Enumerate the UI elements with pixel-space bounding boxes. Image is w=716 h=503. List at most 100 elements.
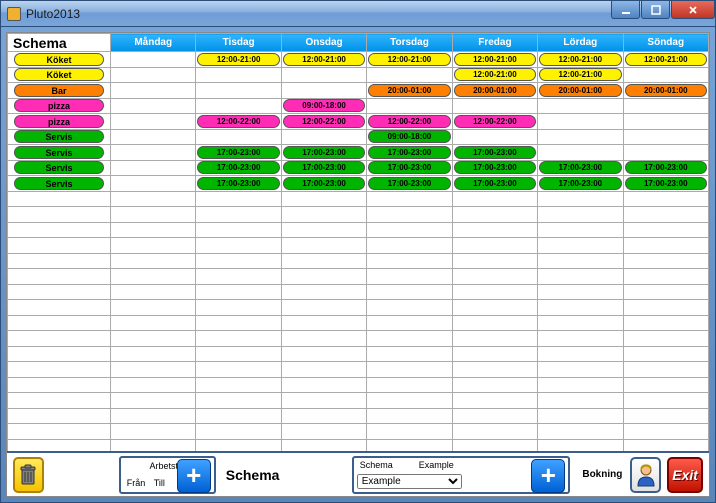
schedule-cell[interactable]: 17:00-23:00 bbox=[196, 145, 281, 161]
schedule-cell-empty[interactable] bbox=[538, 346, 623, 362]
shift-pill[interactable]: 17:00-23:00 bbox=[539, 161, 621, 174]
shift-pill[interactable]: 17:00-23:00 bbox=[368, 177, 450, 190]
schedule-cell-empty[interactable] bbox=[196, 191, 281, 207]
shift-pill[interactable]: 12:00-22:00 bbox=[283, 115, 365, 128]
schedule-cell-empty[interactable] bbox=[452, 191, 537, 207]
row-label-pill[interactable]: Bar bbox=[14, 84, 104, 97]
schedule-cell-empty[interactable] bbox=[452, 98, 537, 114]
schedule-cell-empty[interactable] bbox=[281, 393, 366, 409]
shift-pill[interactable]: 12:00-21:00 bbox=[197, 53, 279, 66]
shift-pill[interactable]: 17:00-23:00 bbox=[454, 177, 536, 190]
schedule-cell-empty[interactable] bbox=[281, 129, 366, 145]
schedule-cell-empty[interactable] bbox=[538, 129, 623, 145]
schedule-cell-empty[interactable] bbox=[367, 222, 452, 238]
schedule-cell[interactable]: 17:00-23:00 bbox=[281, 145, 366, 161]
schedule-cell[interactable]: 12:00-22:00 bbox=[281, 114, 366, 130]
schedule-cell-empty[interactable] bbox=[538, 300, 623, 316]
shift-pill[interactable]: 20:00-01:00 bbox=[368, 84, 450, 97]
shift-pill[interactable]: 17:00-23:00 bbox=[283, 146, 365, 159]
schedule-cell-empty[interactable] bbox=[623, 67, 708, 83]
schedule-cell[interactable]: 17:00-23:00 bbox=[538, 176, 623, 192]
schedule-cell-empty[interactable] bbox=[281, 67, 366, 83]
shift-pill[interactable]: 17:00-23:00 bbox=[283, 177, 365, 190]
schedule-cell[interactable]: 17:00-23:00 bbox=[196, 176, 281, 192]
schedule-cell-empty[interactable] bbox=[367, 439, 452, 451]
schedule-cell[interactable]: 17:00-23:00 bbox=[196, 160, 281, 176]
shift-pill[interactable]: 17:00-23:00 bbox=[283, 161, 365, 174]
shift-pill[interactable]: 17:00-23:00 bbox=[197, 177, 279, 190]
schedule-cell-empty[interactable] bbox=[367, 207, 452, 223]
schedule-cell-empty[interactable] bbox=[111, 284, 196, 300]
schedule-cell-empty[interactable] bbox=[196, 67, 281, 83]
schedule-cell-empty[interactable] bbox=[623, 346, 708, 362]
schedule-cell-empty[interactable] bbox=[538, 439, 623, 451]
schedule-cell-empty[interactable] bbox=[111, 393, 196, 409]
row-label-pill[interactable]: Servis bbox=[14, 177, 104, 190]
schedule-cell[interactable]: 17:00-23:00 bbox=[367, 176, 452, 192]
shift-pill[interactable]: 12:00-21:00 bbox=[539, 68, 621, 81]
schedule-cell[interactable]: 17:00-23:00 bbox=[623, 176, 708, 192]
schedule-cell-empty[interactable] bbox=[281, 315, 366, 331]
schedule-cell-empty[interactable] bbox=[196, 284, 281, 300]
schedule-cell-empty[interactable] bbox=[281, 269, 366, 285]
schedule-cell-empty[interactable] bbox=[538, 114, 623, 130]
schedule-cell-empty[interactable] bbox=[623, 393, 708, 409]
schedule-cell-empty[interactable] bbox=[367, 346, 452, 362]
schedule-cell-empty[interactable] bbox=[111, 253, 196, 269]
row-label-pill[interactable]: Servis bbox=[14, 146, 104, 159]
schedule-cell-empty[interactable] bbox=[196, 315, 281, 331]
schedule-cell[interactable]: 12:00-21:00 bbox=[452, 67, 537, 83]
schedule-cell-empty[interactable] bbox=[452, 377, 537, 393]
shift-pill[interactable]: 12:00-22:00 bbox=[454, 115, 536, 128]
row-label-pill[interactable]: Köket bbox=[14, 68, 104, 81]
schedule-cell-empty[interactable] bbox=[196, 393, 281, 409]
schedule-cell-empty[interactable] bbox=[196, 83, 281, 99]
schedule-cell-empty[interactable] bbox=[623, 98, 708, 114]
schedule-cell-empty[interactable] bbox=[452, 222, 537, 238]
schedule-cell-empty[interactable] bbox=[538, 284, 623, 300]
schedule-cell-empty[interactable] bbox=[367, 331, 452, 347]
schedule-cell-empty[interactable] bbox=[281, 300, 366, 316]
schedule-cell-empty[interactable] bbox=[538, 253, 623, 269]
schedule-cell-empty[interactable] bbox=[281, 207, 366, 223]
schedule-cell-empty[interactable] bbox=[111, 191, 196, 207]
schedule-cell-empty[interactable] bbox=[281, 191, 366, 207]
schedule-cell-empty[interactable] bbox=[623, 439, 708, 451]
trash-button[interactable] bbox=[13, 457, 44, 493]
schedule-cell-empty[interactable] bbox=[538, 191, 623, 207]
schedule-cell-empty[interactable] bbox=[367, 315, 452, 331]
schedule-cell-empty[interactable] bbox=[281, 362, 366, 378]
schedule-cell-empty[interactable] bbox=[452, 284, 537, 300]
schedule-cell-empty[interactable] bbox=[623, 269, 708, 285]
schedule-cell-empty[interactable] bbox=[281, 377, 366, 393]
schedule-cell-empty[interactable] bbox=[196, 222, 281, 238]
schedule-cell-empty[interactable] bbox=[623, 145, 708, 161]
schedule-cell-empty[interactable] bbox=[111, 424, 196, 440]
schedule-cell-empty[interactable] bbox=[281, 222, 366, 238]
schedule-cell-empty[interactable] bbox=[196, 238, 281, 254]
schedule-cell-empty[interactable] bbox=[196, 98, 281, 114]
schedule-cell-empty[interactable] bbox=[196, 269, 281, 285]
schedule-cell[interactable]: 20:00-01:00 bbox=[367, 83, 452, 99]
schedule-cell-empty[interactable] bbox=[623, 114, 708, 130]
schedule-cell-empty[interactable] bbox=[623, 207, 708, 223]
schedule-cell[interactable]: 20:00-01:00 bbox=[623, 83, 708, 99]
schedule-cell-empty[interactable] bbox=[452, 439, 537, 451]
schedule-cell-empty[interactable] bbox=[281, 83, 366, 99]
shift-pill[interactable]: 09:00-18:00 bbox=[368, 130, 450, 143]
schedule-cell[interactable]: 09:00-18:00 bbox=[281, 98, 366, 114]
schedule-cell[interactable]: 12:00-22:00 bbox=[452, 114, 537, 130]
schedule-cell-empty[interactable] bbox=[196, 424, 281, 440]
schedule-cell-empty[interactable] bbox=[111, 346, 196, 362]
schedule-cell[interactable]: 17:00-23:00 bbox=[452, 176, 537, 192]
shift-pill[interactable]: 12:00-21:00 bbox=[454, 53, 536, 66]
schedule-cell-empty[interactable] bbox=[111, 238, 196, 254]
schedule-cell-empty[interactable] bbox=[538, 98, 623, 114]
schedule-cell-empty[interactable] bbox=[196, 207, 281, 223]
add-schema-button[interactable]: + bbox=[531, 459, 565, 493]
schedule-cell-empty[interactable] bbox=[538, 362, 623, 378]
shift-pill[interactable]: 20:00-01:00 bbox=[454, 84, 536, 97]
shift-pill[interactable]: 12:00-22:00 bbox=[197, 115, 279, 128]
shift-pill[interactable]: 17:00-23:00 bbox=[368, 146, 450, 159]
schedule-cell-empty[interactable] bbox=[196, 253, 281, 269]
